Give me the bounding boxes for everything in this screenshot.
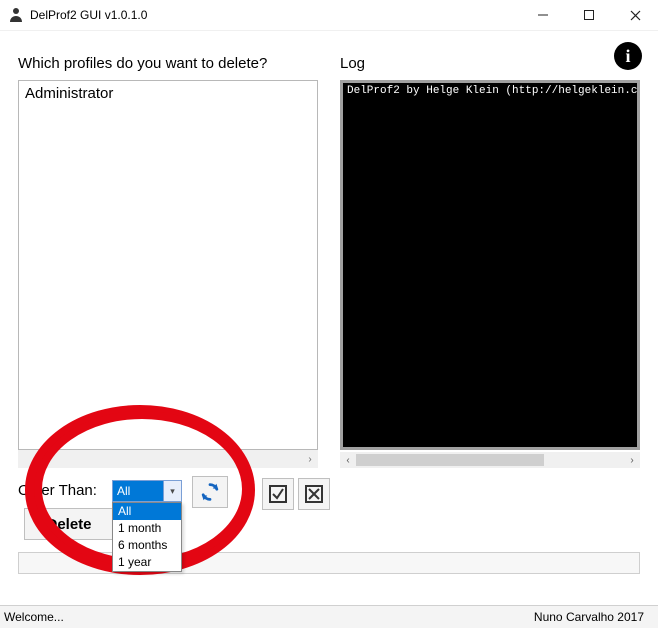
scrollbar-thumb[interactable] (356, 454, 544, 466)
older-than-label: Older Than: (18, 482, 97, 499)
info-button[interactable]: i (614, 42, 642, 70)
x-box-icon (304, 484, 324, 504)
list-item[interactable]: Administrator (25, 85, 311, 103)
status-left: Welcome... (0, 610, 534, 624)
info-icon: i (625, 46, 630, 67)
chevron-down-icon: ▾ (163, 481, 181, 501)
maximize-button[interactable] (566, 0, 612, 30)
log-hscrollbar[interactable]: ‹ › (340, 452, 640, 468)
log-label: Log (340, 55, 365, 72)
delete-button[interactable]: Delete (24, 508, 114, 540)
dropdown-option[interactable]: 1 year (113, 554, 181, 571)
title-bar: DelProf2 GUI v1.0.1.0 (0, 0, 658, 31)
dropdown-option[interactable]: 6 months (113, 537, 181, 554)
minimize-button[interactable] (520, 0, 566, 30)
scroll-right-icon: › (302, 451, 318, 467)
window-title: DelProf2 GUI v1.0.1.0 (30, 8, 147, 22)
profiles-hscrollbar[interactable]: › (18, 450, 318, 468)
status-bar: Welcome... Nuno Carvalho 2017 (0, 605, 658, 628)
app-icon (8, 7, 24, 23)
delete-button-label: Delete (46, 516, 91, 533)
status-right: Nuno Carvalho 2017 (534, 610, 658, 624)
close-button[interactable] (612, 0, 658, 30)
older-than-selected: All (113, 481, 163, 501)
refresh-button[interactable] (192, 476, 228, 508)
profiles-listbox[interactable]: Administrator (18, 80, 318, 450)
log-output[interactable]: DelProf2 by Helge Klein (http://helgekle… (340, 80, 640, 450)
dropdown-option[interactable]: All (113, 503, 181, 520)
refresh-icon (199, 481, 221, 503)
log-line: DelProf2 by Helge Klein (http://helgekle… (347, 85, 640, 97)
older-than-dropdown[interactable]: All ▾ (112, 480, 182, 502)
older-than-dropdown-list[interactable]: All 1 month 6 months 1 year (112, 502, 182, 572)
dropdown-option[interactable]: 1 month (113, 520, 181, 537)
check-box-icon (268, 484, 288, 504)
profiles-label: Which profiles do you want to delete? (18, 55, 267, 72)
deselect-all-button[interactable] (298, 478, 330, 510)
scroll-left-icon: ‹ (340, 452, 356, 468)
scroll-right-icon: › (624, 452, 640, 468)
select-all-button[interactable] (262, 478, 294, 510)
